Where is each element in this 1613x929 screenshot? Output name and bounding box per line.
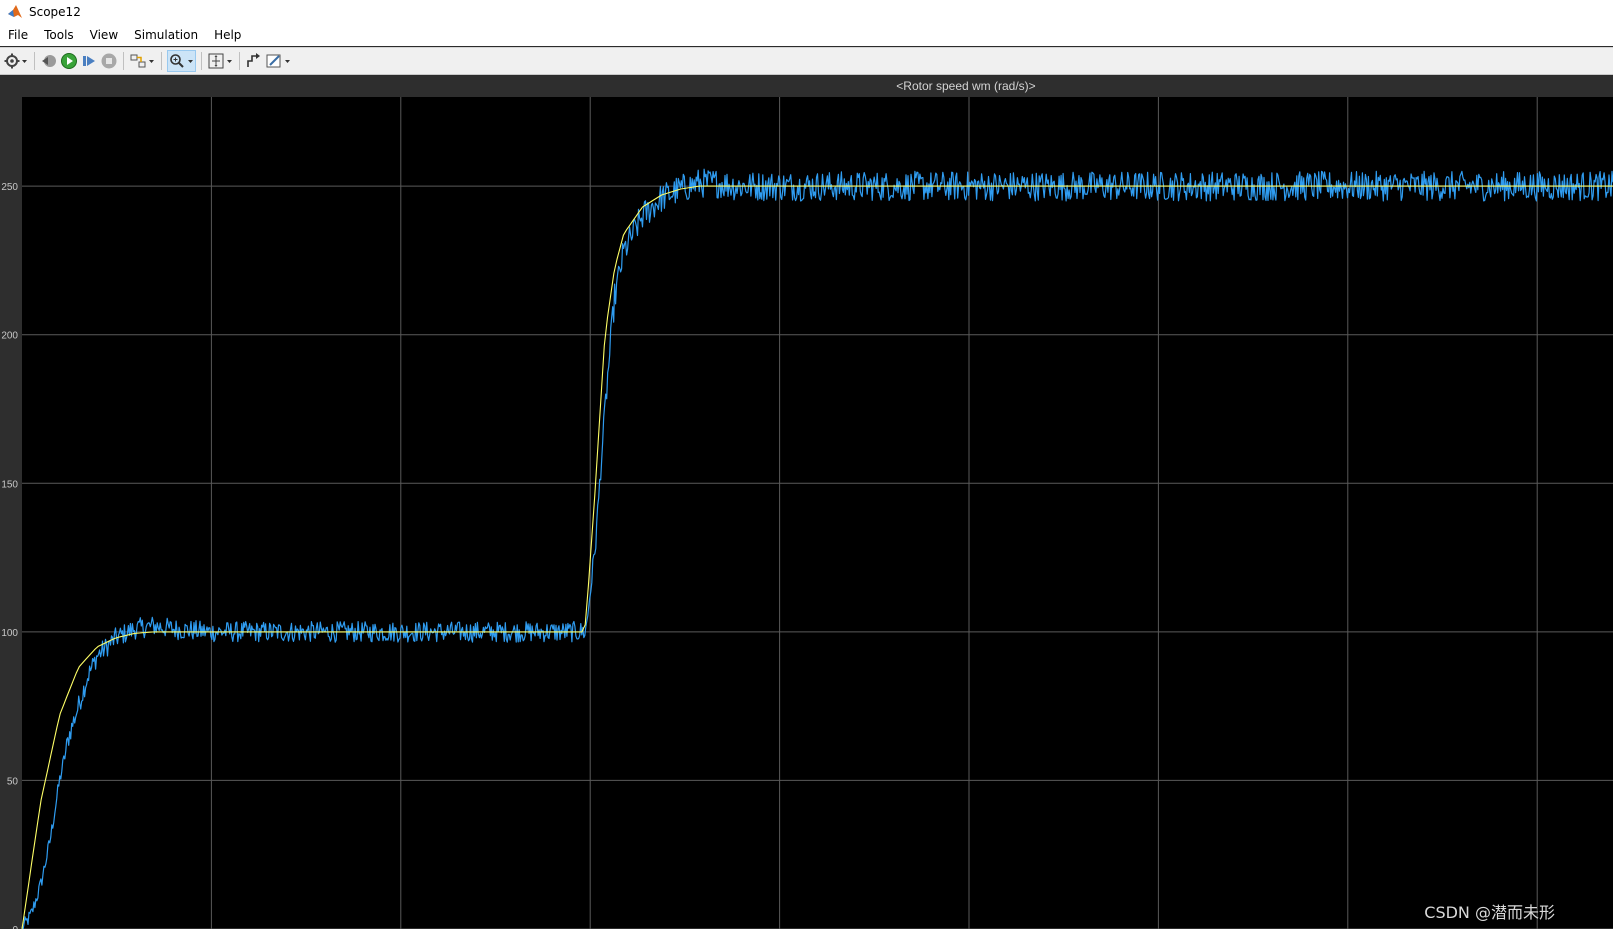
run-button[interactable] (60, 51, 78, 71)
scope-display: <Rotor speed wm (rad/s)> 0 50 100 150 200 250… (0, 76, 1613, 929)
toolbar-separator (239, 52, 240, 70)
step-back-icon (42, 55, 56, 67)
configuration-properties-button[interactable] (4, 51, 29, 71)
chevron-down-icon (22, 60, 27, 63)
y-tick-labels: 0 50 100 150 200 250 (1, 182, 18, 929)
gear-icon (4, 53, 20, 69)
rotor-speed-plot[interactable]: <Rotor speed wm (rad/s)> 0 50 100 150 200 250 (0, 76, 1613, 929)
stop-button[interactable] (100, 51, 118, 71)
chevron-down-icon (285, 60, 290, 63)
window-title: Scope12 (29, 5, 81, 19)
watermark-text: CSDN @潜而未形 (1424, 903, 1555, 922)
y-tick-label: 150 (1, 479, 18, 490)
chevron-down-icon (149, 60, 154, 63)
menu-view[interactable]: View (82, 24, 126, 46)
plot-title: <Rotor speed wm (rad/s)> (896, 79, 1035, 93)
step-back-button[interactable] (40, 51, 58, 71)
menu-help[interactable]: Help (206, 24, 249, 46)
step-forward-icon (83, 56, 95, 66)
toolbar-separator (34, 52, 35, 70)
style-icon (266, 54, 281, 68)
highlight-simulink-block-icon (130, 54, 146, 68)
plot-area (22, 97, 1613, 929)
step-forward-button[interactable] (80, 51, 98, 71)
fit-to-view-button[interactable] (207, 51, 234, 71)
fit-to-view-icon (208, 53, 224, 69)
y-tick-label: 250 (1, 182, 18, 193)
chevron-down-icon (227, 60, 232, 63)
run-icon (61, 53, 77, 69)
signal-selector-button[interactable] (245, 51, 263, 71)
y-tick-label: 0 (12, 925, 18, 929)
signal-selector-icon (247, 53, 260, 67)
zoom-button[interactable] (167, 50, 196, 72)
menu-file[interactable]: File (0, 24, 36, 46)
y-tick-label: 200 (1, 331, 18, 342)
toolbar (0, 47, 1613, 75)
toolbar-separator (161, 52, 162, 70)
window-titlebar: Scope12 (0, 0, 1613, 24)
chevron-down-icon (188, 60, 193, 63)
menu-bar: File Tools View Simulation Help (0, 24, 1613, 46)
y-tick-label: 50 (7, 776, 19, 787)
style-button[interactable] (265, 51, 292, 71)
highlight-block-button[interactable] (129, 51, 156, 71)
menu-simulation[interactable]: Simulation (126, 24, 206, 46)
toolbar-separator (123, 52, 124, 70)
toolbar-separator (201, 52, 202, 70)
menu-tools[interactable]: Tools (36, 24, 82, 46)
stop-icon (101, 53, 117, 69)
y-tick-label: 100 (1, 628, 18, 639)
matlab-logo-icon (8, 5, 22, 18)
zoom-icon (170, 54, 184, 68)
